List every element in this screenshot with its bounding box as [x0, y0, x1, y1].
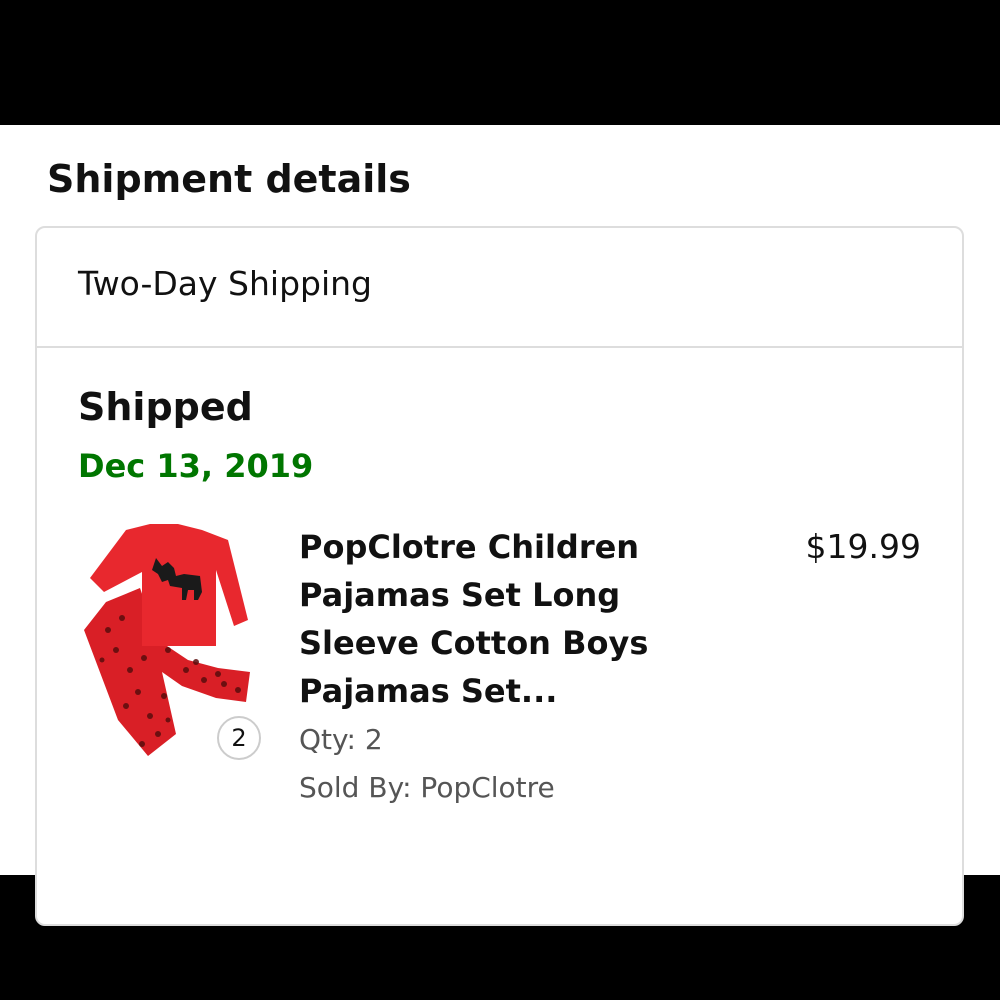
quantity-badge: 2	[217, 716, 261, 760]
section-title: Shipment details	[47, 157, 411, 201]
product-price: $19.99	[805, 527, 921, 566]
product-title-link[interactable]: PopClotre Children Pajamas Set Long Slee…	[299, 523, 679, 715]
product-seller: Sold By: PopClotre	[299, 771, 555, 804]
shipping-method: Two-Day Shipping	[78, 264, 373, 303]
card-divider	[37, 346, 962, 348]
shipment-status: Shipped	[78, 385, 253, 429]
product-quantity: Qty: 2	[299, 723, 383, 756]
shipment-date: Dec 13, 2019	[78, 447, 314, 485]
